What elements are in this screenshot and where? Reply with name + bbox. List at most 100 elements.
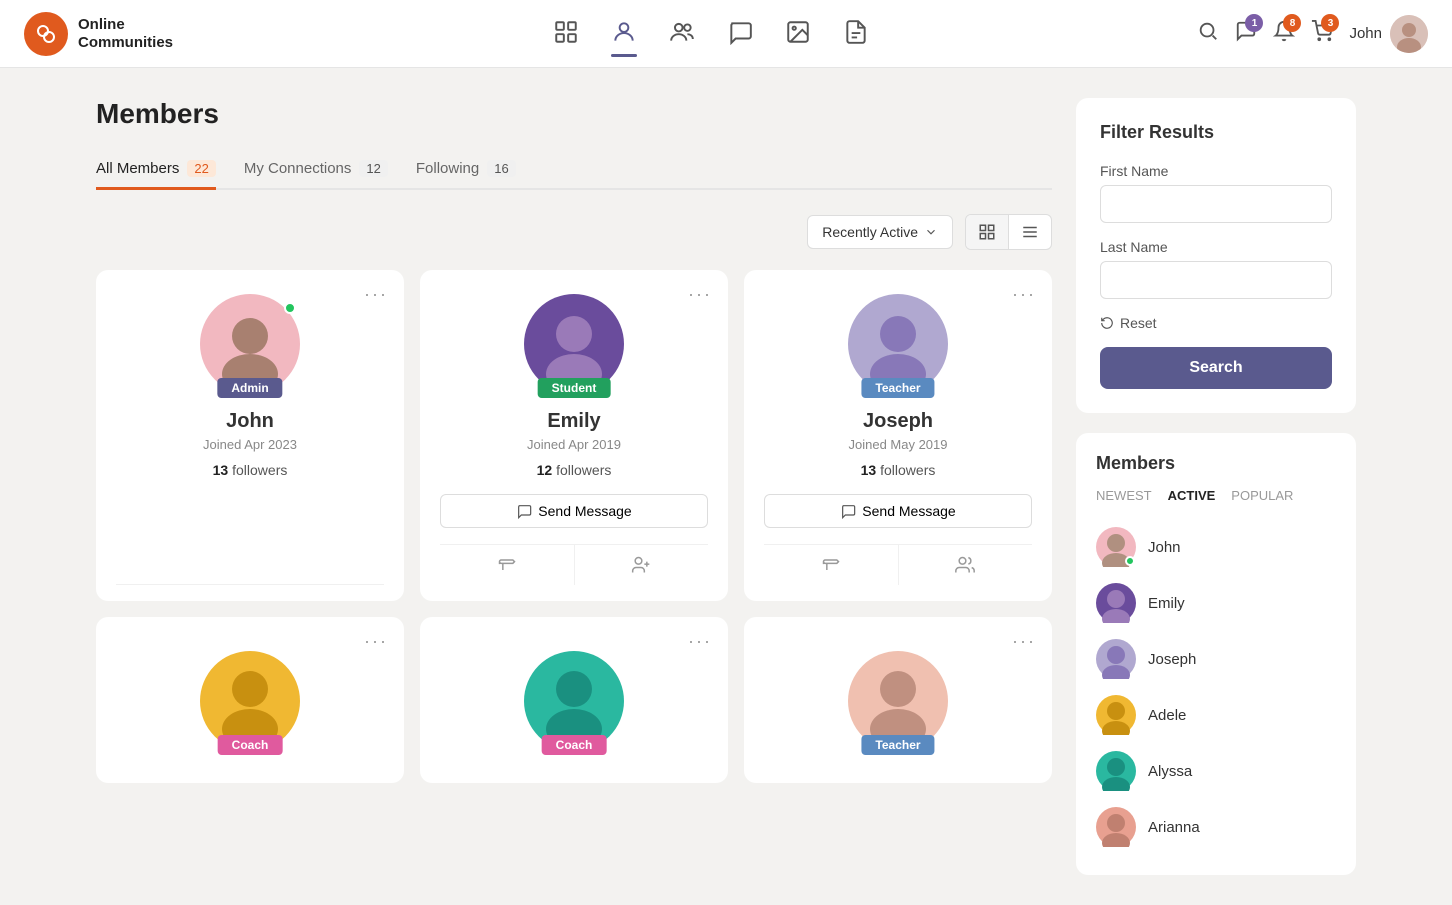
last-name-label: Last Name: [1100, 239, 1332, 255]
widget-member-adele[interactable]: Adele: [1096, 687, 1336, 743]
send-message-joseph[interactable]: Send Message: [764, 494, 1032, 528]
tab-all-members[interactable]: All Members 22: [96, 150, 216, 190]
messages-badge: 1: [1245, 14, 1263, 32]
member-card-joseph: ··· Teacher Joseph Joined May 2019 13 fo…: [744, 270, 1052, 601]
widget-member-alyssa[interactable]: Alyssa: [1096, 743, 1336, 799]
online-indicator-john: [284, 302, 296, 314]
widget-tab-active[interactable]: ACTIVE: [1168, 488, 1216, 503]
nav-feed[interactable]: [553, 19, 579, 49]
reset-button[interactable]: Reset: [1100, 315, 1332, 331]
avatar-wrap-alyssa: Coach: [524, 651, 624, 751]
user-name: John: [1349, 25, 1382, 42]
role-badge-adele: Coach: [218, 735, 283, 755]
member-joined-joseph: Joined May 2019: [848, 437, 947, 452]
members-grid: ··· Admin John Joined Apr 2023 13 follow…: [96, 270, 1052, 783]
tabs-bar: All Members 22 My Connections 12 Followi…: [96, 150, 1052, 190]
avatar-wrap-john: Admin: [200, 294, 300, 394]
member-joined-emily: Joined Apr 2019: [527, 437, 621, 452]
announce-btn-joseph[interactable]: [764, 545, 899, 585]
widget-member-arianna[interactable]: Arianna: [1096, 799, 1336, 855]
card-menu-emily[interactable]: ···: [688, 284, 712, 305]
widget-name-alyssa: Alyssa: [1148, 763, 1192, 780]
widget-avatar-joseph: [1096, 639, 1136, 679]
first-name-label: First Name: [1100, 163, 1332, 179]
avatar-wrap-adele: Coach: [200, 651, 300, 751]
member-card-emily: ··· Student Emily Joined Apr 2019 12 fol…: [420, 270, 728, 601]
widget-avatar-alyssa: [1096, 751, 1136, 791]
member-name-joseph: Joseph: [863, 410, 933, 433]
main-container: Members All Members 22 My Connections 12…: [76, 68, 1376, 905]
sort-dropdown[interactable]: Recently Active: [807, 215, 953, 249]
member-name-john: John: [226, 410, 274, 433]
nav-groups[interactable]: [669, 19, 695, 49]
logo-area[interactable]: Online Communities: [24, 12, 224, 56]
widget-title: Members: [1096, 453, 1336, 474]
notifications-icon-btn[interactable]: 8: [1273, 20, 1295, 47]
role-badge-arianna: Teacher: [861, 735, 934, 755]
widget-tab-newest[interactable]: NEWEST: [1096, 488, 1152, 503]
cart-icon-btn[interactable]: 3: [1311, 20, 1333, 47]
member-card-arianna: ··· Teacher: [744, 617, 1052, 783]
topnav: Online Communities: [0, 0, 1452, 68]
avatar-wrap-joseph: Teacher: [848, 294, 948, 394]
announce-btn-emily[interactable]: [440, 545, 575, 585]
nav-icons: [224, 19, 1197, 49]
list-view-btn[interactable]: [1009, 215, 1051, 249]
sidebar: Filter Results First Name Last Name Rese…: [1076, 98, 1356, 875]
search-button[interactable]: Search: [1100, 347, 1332, 389]
widget-avatar-john: [1096, 527, 1136, 567]
widget-name-john: John: [1148, 539, 1181, 556]
logo-icon: [24, 12, 68, 56]
tab-following[interactable]: Following 16: [416, 150, 516, 190]
widget-name-adele: Adele: [1148, 707, 1186, 724]
avatar-wrap-emily: Student: [524, 294, 624, 394]
role-badge-alyssa: Coach: [542, 735, 607, 755]
connect-btn-joseph[interactable]: [899, 545, 1033, 585]
cart-badge: 3: [1321, 14, 1339, 32]
widget-tabs: NEWEST ACTIVE POPULAR: [1096, 488, 1336, 503]
card-menu-arianna[interactable]: ···: [1012, 631, 1036, 652]
member-name-emily: Emily: [547, 410, 600, 433]
card-menu-john[interactable]: ···: [364, 284, 388, 305]
avatar-wrap-arianna: Teacher: [848, 651, 948, 751]
card-menu-alyssa[interactable]: ···: [688, 631, 712, 652]
card-menu-joseph[interactable]: ···: [1012, 284, 1036, 305]
member-followers-emily: 12 followers: [537, 462, 612, 478]
widget-avatar-emily: [1096, 583, 1136, 623]
user-info[interactable]: John: [1349, 15, 1428, 53]
role-badge-john: Admin: [217, 378, 282, 398]
content-area: Members All Members 22 My Connections 12…: [96, 98, 1052, 875]
member-card-john: ··· Admin John Joined Apr 2023 13 follow…: [96, 270, 404, 601]
card-menu-adele[interactable]: ···: [364, 631, 388, 652]
connect-btn-emily[interactable]: [575, 545, 709, 585]
tab-my-connections[interactable]: My Connections 12: [244, 150, 388, 190]
widget-name-arianna: Arianna: [1148, 819, 1200, 836]
view-toggle: [965, 214, 1052, 250]
member-followers-john: 13 followers: [213, 462, 288, 478]
nav-right: 1 8 3 John: [1197, 15, 1428, 53]
page-title: Members: [96, 98, 1052, 130]
card-actions-john: [116, 584, 384, 585]
send-message-emily[interactable]: Send Message: [440, 494, 708, 528]
widget-tab-popular[interactable]: POPULAR: [1231, 488, 1293, 503]
nav-messages[interactable]: [727, 19, 753, 49]
nav-profile[interactable]: [611, 19, 637, 49]
member-joined-john: Joined Apr 2023: [203, 437, 297, 452]
member-card-adele: ··· Coach: [96, 617, 404, 783]
search-icon-btn[interactable]: [1197, 20, 1219, 47]
logo-text: Online Communities: [78, 16, 173, 52]
widget-member-john[interactable]: John: [1096, 519, 1336, 575]
widget-member-joseph[interactable]: Joseph: [1096, 631, 1336, 687]
widget-name-emily: Emily: [1148, 595, 1185, 612]
last-name-input[interactable]: [1100, 261, 1332, 299]
widget-avatar-adele: [1096, 695, 1136, 735]
grid-view-btn[interactable]: [966, 215, 1009, 249]
widget-member-emily[interactable]: Emily: [1096, 575, 1336, 631]
first-name-input[interactable]: [1100, 185, 1332, 223]
messages-icon-btn[interactable]: 1: [1235, 20, 1257, 47]
nav-docs[interactable]: [843, 19, 869, 49]
widget-name-joseph: Joseph: [1148, 651, 1196, 668]
nav-media[interactable]: [785, 19, 811, 49]
filter-title: Filter Results: [1100, 122, 1332, 143]
user-avatar: [1390, 15, 1428, 53]
